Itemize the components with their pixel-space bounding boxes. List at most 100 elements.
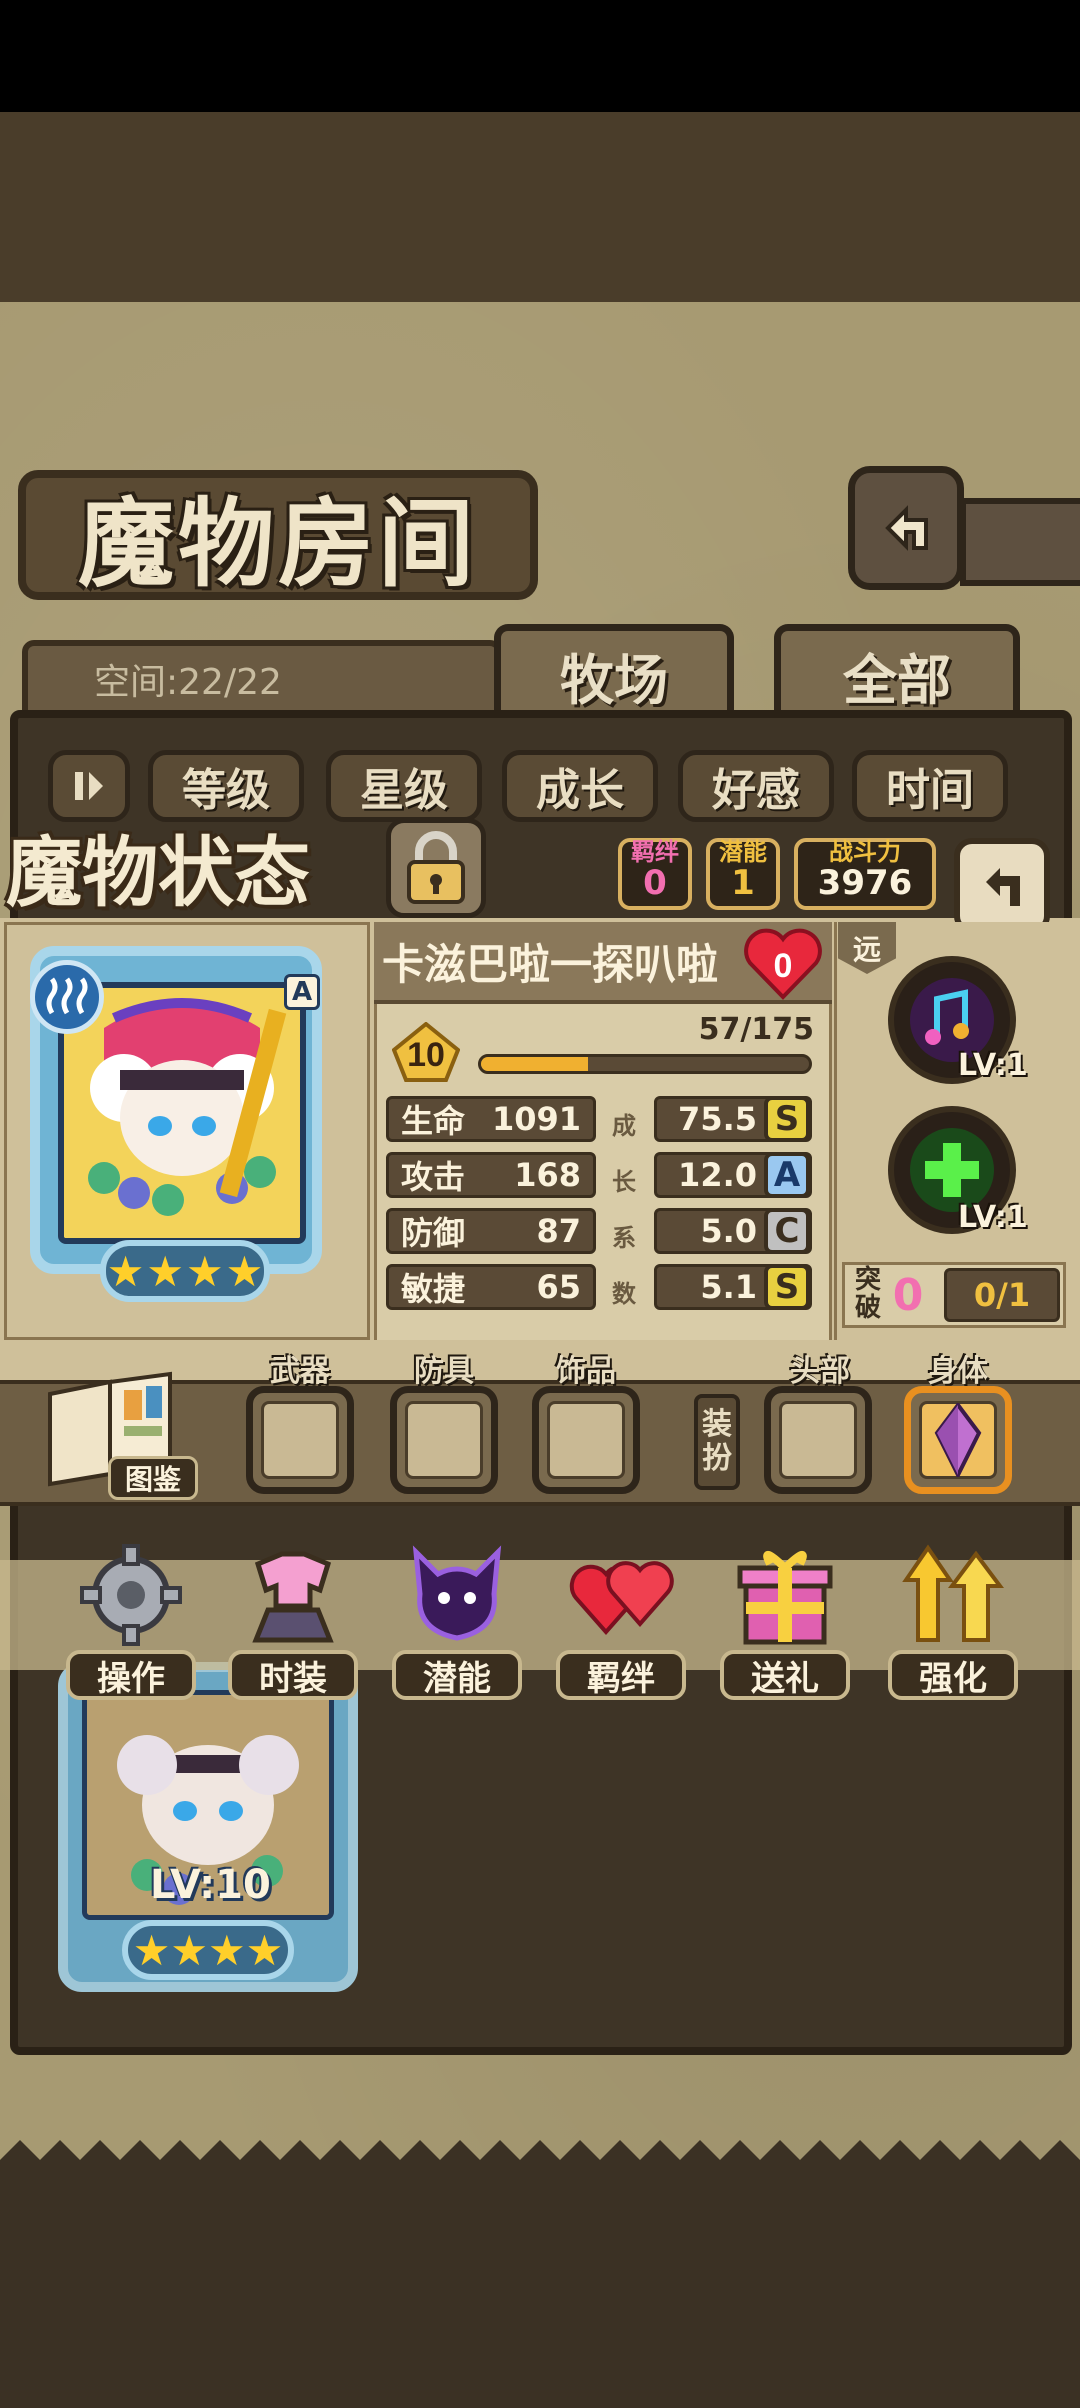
gift-button[interactable]: 送礼 (720, 1540, 850, 1700)
star-icon: ★ (106, 1246, 145, 1296)
slot-empty (779, 1401, 857, 1479)
growth-value: 75.5 (678, 1100, 757, 1138)
star-icon: ★ (132, 1925, 171, 1975)
tab-all[interactable]: 全部 (774, 624, 1020, 720)
weapon-slot-label: 武器 (270, 1354, 330, 1389)
growth-value: 5.1 (700, 1268, 757, 1306)
stat-label: 生命 (401, 1102, 466, 1140)
sort-order-icon (75, 772, 103, 800)
body-slot-label: 身体 (928, 1354, 988, 1389)
return-arrow-icon (986, 868, 1020, 906)
slot-empty (261, 1401, 339, 1479)
back-button[interactable] (848, 466, 964, 590)
bond-button[interactable]: 羁绊 (556, 1540, 686, 1700)
gift-label: 送礼 (720, 1650, 850, 1700)
dress-up-label: 装扮 (694, 1394, 740, 1490)
monster-portrait (58, 982, 306, 1244)
growth-label-char: 成 (612, 1112, 636, 1140)
slot-empty (547, 1401, 625, 1479)
lock-button[interactable] (386, 818, 486, 918)
tab-ranch[interactable]: 牧场 (494, 624, 734, 720)
stat-hp: 生命 1091 (386, 1096, 596, 1142)
level-badge-icon: 10 (391, 1021, 461, 1082)
star-icon: ★ (225, 1246, 264, 1296)
enhance-label: 强化 (888, 1650, 1018, 1700)
back-button-tail (960, 498, 1080, 586)
star-rating: ★ ★ ★ ★ (100, 1240, 270, 1302)
affection-heart: 0 (740, 922, 826, 1004)
armor-slot[interactable] (390, 1386, 498, 1494)
armor-slot-label: 防具 (414, 1354, 474, 1389)
element-water-badge (30, 960, 104, 1034)
stat-label: 敏捷 (401, 1270, 466, 1308)
outfit-label: 时装 (228, 1650, 358, 1700)
status-return-button[interactable] (954, 838, 1050, 934)
body-slot[interactable] (904, 1386, 1012, 1494)
skill-level: LV:1 (958, 1200, 1028, 1235)
steam-icon (46, 977, 88, 1015)
enhance-button[interactable]: 强化 (888, 1540, 1018, 1700)
grade-badge: S (764, 1264, 810, 1310)
status-title: 魔物状态 (6, 828, 310, 917)
outfit-icon (238, 1540, 348, 1650)
stat-defense: 防御 87 (386, 1208, 596, 1254)
stat-value: 87 (536, 1212, 581, 1250)
rank-badge: A (284, 974, 320, 1010)
star-icon: ★ (170, 1925, 208, 1975)
upgrade-arrows-icon (898, 1540, 1008, 1650)
breakthrough-label-bottom: 破 (854, 1293, 881, 1323)
growth-label-char: 数 (612, 1280, 636, 1308)
outfit-button[interactable]: 时装 (228, 1540, 358, 1700)
list-card-stars: ★ ★ ★ ★ (122, 1920, 294, 1980)
accessory-slot[interactable] (532, 1386, 640, 1494)
sort-time-button[interactable]: 时间 (852, 750, 1008, 822)
bond-value: 0 (643, 863, 667, 903)
stat-label: 防御 (401, 1214, 466, 1252)
accessory-slot-label: 饰品 (556, 1354, 616, 1389)
shadow-demon-icon (402, 1540, 512, 1650)
codex-label: 图鉴 (108, 1456, 198, 1500)
head-slot-label: 头部 (790, 1354, 850, 1389)
stat-attack: 攻击 168 (386, 1152, 596, 1198)
star-icon: ★ (186, 1246, 224, 1296)
page-title: 魔物房间 (18, 470, 538, 600)
growth-value: 12.0 (678, 1156, 757, 1194)
power-counter: 战斗力 3976 (794, 838, 936, 910)
return-arrow-icon (885, 505, 928, 551)
grade-badge: A (764, 1152, 810, 1198)
head-slot[interactable] (764, 1386, 872, 1494)
level-badge: 10 (391, 1021, 461, 1082)
potential-label: 潜能 (392, 1650, 522, 1700)
potential-value: 1 (731, 863, 755, 903)
breakthrough-label: 突 破 (848, 1266, 888, 1322)
list-card-level: LV:10 (150, 1862, 271, 1908)
monster-avatar-icon (64, 988, 300, 1238)
gear-icon (76, 1540, 186, 1650)
growth-label-char: 长 (612, 1168, 636, 1196)
padlock-icon (407, 831, 465, 904)
breakthrough-count: 0 (892, 1270, 924, 1321)
operate-button[interactable]: 操作 (66, 1540, 196, 1700)
weapon-slot[interactable] (246, 1386, 354, 1494)
exp-bar (478, 1054, 812, 1074)
monster-name-text: 卡滋巴啦一探叭啦 (382, 939, 719, 989)
body-slot-item (919, 1401, 997, 1479)
star-icon: ★ (208, 1925, 246, 1975)
sort-growth-button[interactable]: 成长 (502, 750, 658, 822)
heart-icon: 0 (744, 928, 822, 1000)
grade-badge: S (764, 1096, 810, 1142)
sort-affection-button[interactable]: 好感 (678, 750, 834, 822)
level-value: 10 (407, 1036, 445, 1074)
sort-star-button[interactable]: 星级 (326, 750, 482, 822)
affection-value: 0 (774, 947, 793, 985)
potential-label: 潜能 (719, 838, 767, 866)
power-label: 战斗力 (829, 838, 901, 866)
power-value: 3976 (817, 863, 913, 903)
potential-button[interactable]: 潜能 (392, 1540, 522, 1700)
zigzag-edge (0, 2140, 1080, 2180)
space-label: 空间:22/22 (94, 662, 282, 703)
stat-agility: 敏捷 65 (386, 1264, 596, 1310)
top-texture (0, 112, 1080, 302)
growth-label-char: 系 (612, 1224, 636, 1252)
hearts-icon (566, 1540, 676, 1650)
